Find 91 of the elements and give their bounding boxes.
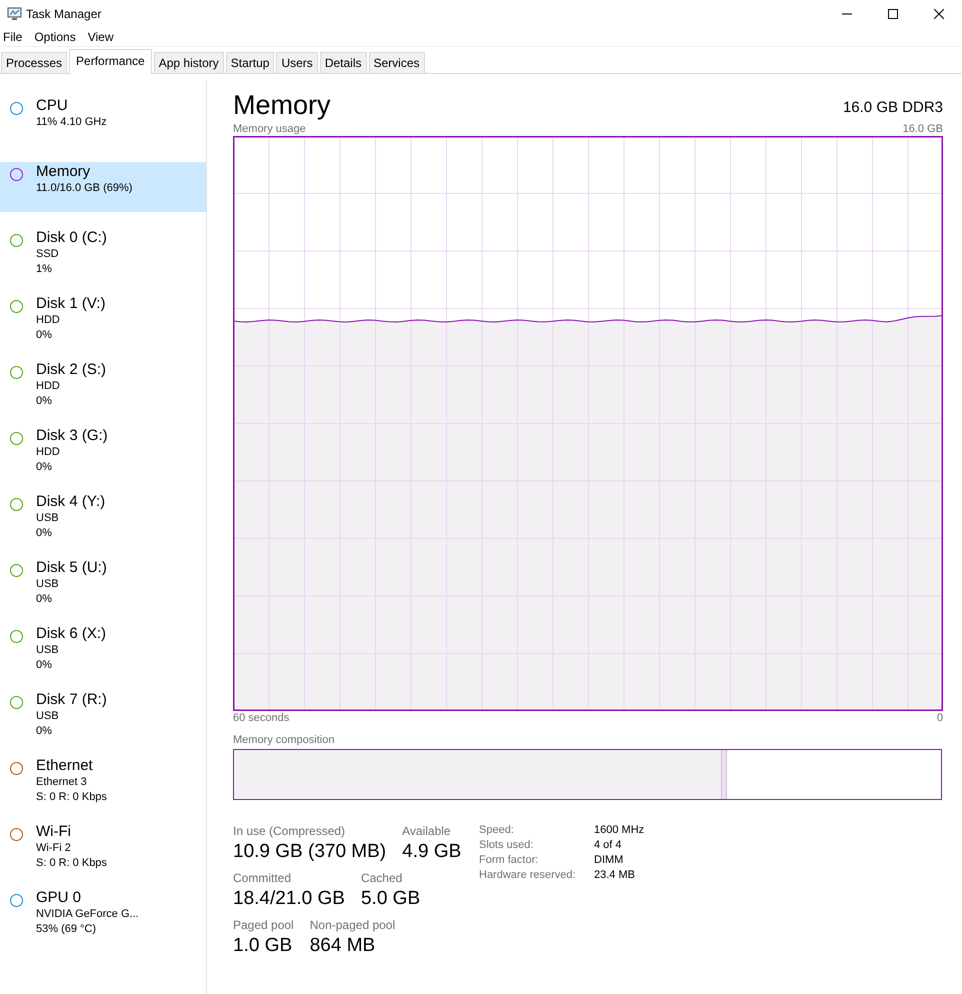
- detail-label: Slots used:: [479, 839, 534, 851]
- item-detail: HDD: [36, 313, 61, 328]
- stat-label: Non-paged pool: [310, 918, 396, 932]
- sidebar-item[interactable]: Disk 4 (Y:) USB 0%: [0, 492, 206, 542]
- item-name: Disk 4 (Y:): [36, 492, 106, 511]
- item-detail: 1%: [36, 262, 53, 277]
- item-name: Disk 3 (G:): [36, 426, 108, 445]
- tab[interactable]: App history: [154, 52, 224, 73]
- tab[interactable]: Startup: [226, 52, 274, 73]
- stat-label: Paged pool: [233, 918, 294, 932]
- sidebar-item[interactable]: Memory 11.0/16.0 GB (69%): [0, 162, 206, 212]
- item-detail: Wi-Fi 2: [36, 841, 72, 856]
- page-title: Memory: [233, 89, 331, 122]
- detail-value: 1600 MHz: [594, 824, 644, 836]
- tab[interactable]: Performance: [69, 49, 152, 74]
- detail-label: Form factor:: [479, 854, 540, 866]
- item-detail: SSD: [36, 247, 60, 262]
- item-detail: 11.0/16.0 GB (69%): [36, 181, 132, 196]
- sidebar-item[interactable]: GPU 0 NVIDIA GeForce G... 53% (69 °C): [0, 888, 206, 938]
- item-name: CPU: [36, 96, 69, 115]
- sidebar-item[interactable]: Disk 0 (C:) SSD 1%: [0, 228, 206, 278]
- detail-value: 23.4 MB: [594, 869, 636, 881]
- item-detail: 0%: [36, 724, 53, 739]
- memory-type: 16.0 GB DDR3: [842, 99, 943, 118]
- item-name: Wi-Fi: [36, 822, 72, 841]
- menu-item[interactable]: Options: [34, 30, 84, 44]
- item-detail: 0%: [36, 526, 53, 541]
- composition-label: Memory composition: [233, 733, 334, 747]
- maximize-icon: [888, 9, 898, 19]
- detail-label: Speed:: [479, 824, 515, 836]
- item-name: Disk 0 (C:): [36, 228, 107, 247]
- sidebar-item[interactable]: Wi-Fi Wi-Fi 2 S: 0 R: 0 Kbps: [0, 822, 206, 872]
- sidebar-item[interactable]: Disk 2 (S:) HDD 0%: [0, 360, 206, 410]
- menu-item[interactable]: File: [3, 30, 30, 44]
- sidebar-item[interactable]: Disk 6 (X:) USB 0%: [0, 624, 206, 674]
- stat-value: 18.4/21.0 GB: [233, 888, 345, 910]
- tab[interactable]: Users: [276, 52, 318, 73]
- detail-value: DIMM: [594, 854, 624, 866]
- item-detail: 0%: [36, 394, 53, 409]
- item-name: Disk 5 (U:): [36, 558, 107, 577]
- item-name: Disk 2 (S:): [36, 360, 106, 379]
- sidebar-item[interactable]: CPU 11% 4.10 GHz: [0, 96, 206, 146]
- sidebar-item[interactable]: Ethernet Ethernet 3 S: 0 R: 0 Kbps: [0, 756, 206, 806]
- stat-label: Cached: [360, 871, 404, 885]
- time-label: 0: [936, 711, 943, 725]
- stat-value: 5.0 GB: [360, 888, 420, 910]
- stat-value: 4.9 GB: [402, 841, 462, 863]
- item-detail: USB: [36, 709, 60, 724]
- stat-value: 10.9 GB (370 MB): [233, 841, 386, 863]
- item-name: Disk 6 (X:): [36, 624, 106, 643]
- item-name: Ethernet: [36, 756, 94, 775]
- stat-label: Available: [402, 824, 452, 838]
- detail-label: Hardware reserved:: [479, 869, 577, 881]
- item-detail: 0%: [36, 328, 53, 343]
- item-detail: S: 0 R: 0 Kbps: [36, 790, 107, 805]
- tab[interactable]: Details: [320, 52, 366, 73]
- item-detail: USB: [36, 511, 60, 526]
- item-detail: USB: [36, 577, 60, 592]
- item-detail: 11% 4.10 GHz: [36, 115, 107, 130]
- item-detail: USB: [36, 643, 60, 658]
- close-icon: [934, 9, 944, 19]
- item-detail: 0%: [36, 658, 53, 673]
- sidebar-item[interactable]: Disk 5 (U:) USB 0%: [0, 558, 206, 608]
- item-name: GPU 0: [36, 888, 82, 907]
- sidebar-item[interactable]: Disk 1 (V:) HDD 0%: [0, 294, 206, 344]
- tab[interactable]: Processes: [1, 52, 68, 73]
- window-title: Task Manager: [26, 7, 102, 21]
- item-detail: HDD: [36, 379, 61, 394]
- detail-value: 4 of 4: [594, 839, 623, 851]
- graph-max-label: 16.0 GB: [902, 122, 943, 136]
- stat-value: 864 MB: [310, 935, 376, 957]
- tab[interactable]: Services: [368, 52, 425, 73]
- stat-label: In use (Compressed): [233, 824, 346, 838]
- item-detail: 53% (69 °C): [36, 922, 98, 937]
- item-detail: HDD: [36, 445, 61, 460]
- item-name: Memory: [36, 162, 92, 181]
- time-label: 60 seconds: [233, 711, 290, 725]
- sidebar-item[interactable]: Disk 3 (G:) HDD 0%: [0, 426, 206, 476]
- monitor-icon: [6, 7, 22, 21]
- item-detail: Ethernet 3: [36, 775, 88, 790]
- stat-value: 1.0 GB: [233, 935, 294, 957]
- item-name: Disk 7 (R:): [36, 690, 107, 709]
- stat-label: Committed: [233, 871, 292, 885]
- item-detail: 0%: [36, 460, 53, 475]
- item-detail: 0%: [36, 592, 53, 607]
- item-detail: S: 0 R: 0 Kbps: [36, 856, 107, 871]
- menu-item[interactable]: View: [88, 30, 122, 44]
- graph-label: Memory usage: [233, 122, 306, 136]
- item-name: Disk 1 (V:): [36, 294, 106, 313]
- item-detail: NVIDIA GeForce G...: [36, 907, 139, 922]
- sidebar-item[interactable]: Disk 7 (R:) USB 0%: [0, 690, 206, 740]
